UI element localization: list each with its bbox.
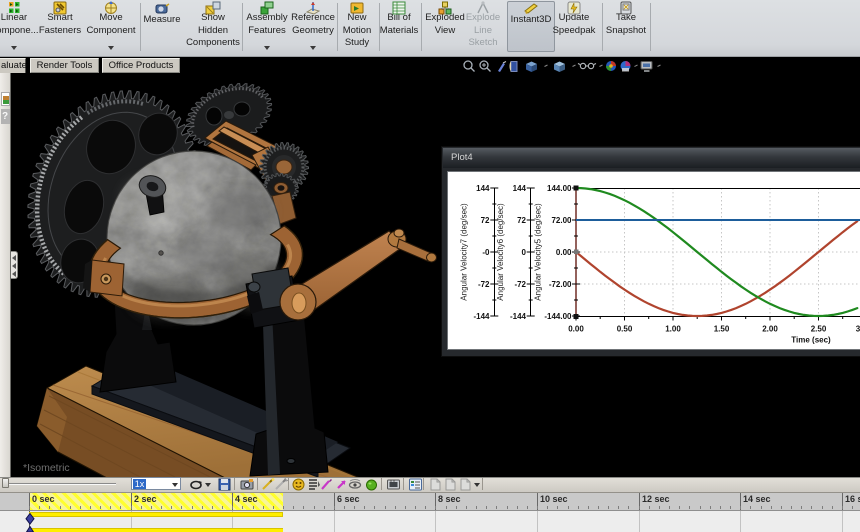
svg-text:0.50: 0.50: [617, 325, 633, 334]
svg-text:-144.00: -144.00: [544, 312, 572, 321]
svg-text:Time (sec): Time (sec): [791, 336, 831, 345]
svg-text:-72.00: -72.00: [549, 280, 572, 289]
svg-text:72: 72: [481, 216, 490, 225]
svg-text:-72: -72: [478, 280, 490, 289]
svg-text:Angular Velocity6 (deg/sec): Angular Velocity6 (deg/sec): [496, 203, 505, 301]
svg-text:72: 72: [517, 216, 526, 225]
svg-text:144: 144: [513, 184, 527, 193]
svg-text:-72: -72: [514, 280, 526, 289]
svg-text:144.00: 144.00: [547, 184, 572, 193]
svg-text:0: 0: [522, 248, 527, 257]
svg-text:72.00: 72.00: [551, 216, 572, 225]
svg-text:Angular Velocity7 (deg/sec): Angular Velocity7 (deg/sec): [460, 203, 469, 301]
svg-text:-144: -144: [510, 312, 527, 321]
svg-text:Angular Velocity5 (deg/sec): Angular Velocity5 (deg/sec): [533, 203, 542, 301]
svg-text:2.50: 2.50: [811, 325, 827, 334]
svg-text:0.00: 0.00: [556, 248, 572, 257]
svg-text:2.00: 2.00: [762, 325, 778, 334]
svg-text:3: 3: [856, 325, 860, 334]
svg-text:1.00: 1.00: [665, 325, 681, 334]
svg-text:1.50: 1.50: [714, 325, 730, 334]
svg-text:144: 144: [476, 184, 490, 193]
svg-text:-0: -0: [482, 248, 490, 257]
svg-text:-144: -144: [473, 312, 490, 321]
svg-text:0.00: 0.00: [568, 325, 584, 334]
